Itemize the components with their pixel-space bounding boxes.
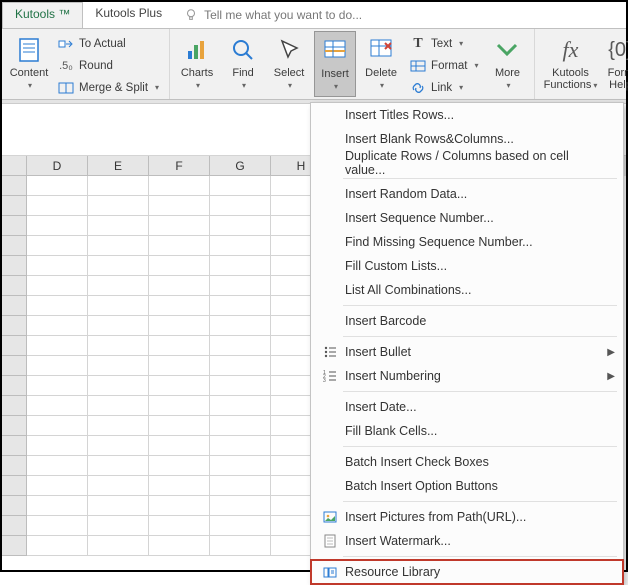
col-D[interactable]: D	[27, 156, 88, 176]
corner-select[interactable]	[2, 156, 27, 176]
menu-insert-pictures-from-path[interactable]: Insert Pictures from Path(URL)...	[311, 505, 623, 529]
to-actual-icon	[58, 36, 74, 52]
to-actual-button[interactable]: To Actual	[54, 33, 163, 54]
content-button[interactable]: Content▾	[8, 31, 50, 97]
menu-insert-date[interactable]: Insert Date...	[311, 395, 623, 419]
submenu-arrow-icon: ▶	[607, 371, 615, 382]
more-icon	[494, 37, 520, 63]
link-icon	[410, 80, 426, 96]
content-icon	[18, 37, 40, 63]
group-range: Content▾ To Actual .5₀ Round Merge & Spl…	[2, 29, 170, 99]
tab-kutools-plus[interactable]: Kutools Plus	[83, 2, 174, 28]
menu-batch-insert-option-buttons[interactable]: Batch Insert Option Buttons	[311, 474, 623, 498]
picture-icon	[319, 510, 341, 524]
group-formula: fx KutoolsFunctions▾ {0} FormHelp	[535, 29, 628, 99]
more-button[interactable]: More▾	[486, 31, 528, 97]
tab-bar: Kutools ™ Kutools Plus Tell me what you …	[2, 2, 626, 28]
menu-insert-barcode[interactable]: Insert Barcode	[311, 309, 623, 333]
menu-fill-blank-cells[interactable]: Fill Blank Cells...	[311, 419, 623, 443]
find-button[interactable]: Find▾	[222, 31, 264, 97]
submenu-arrow-icon: ▶	[607, 347, 615, 358]
insert-icon	[322, 38, 348, 64]
find-icon	[230, 37, 256, 63]
round-icon: .5₀	[58, 58, 74, 74]
menu-insert-bullet[interactable]: Insert Bullet▶	[311, 340, 623, 364]
format-icon	[410, 58, 426, 74]
menu-insert-numbering[interactable]: 123 Insert Numbering▶	[311, 364, 623, 388]
menu-list-all-combinations[interactable]: List All Combinations...	[311, 278, 623, 302]
bulb-icon	[184, 8, 198, 22]
insert-button[interactable]: Insert▾	[314, 31, 356, 97]
select-icon	[276, 37, 302, 63]
col-F[interactable]: F	[149, 156, 210, 176]
merge-icon	[58, 80, 74, 96]
text-icon: T	[410, 36, 426, 52]
charts-icon	[184, 37, 210, 63]
menu-duplicate-rows-cols[interactable]: Duplicate Rows / Columns based on cell v…	[311, 151, 623, 175]
menu-insert-blank-rows-cols[interactable]: Insert Blank Rows&Columns...	[311, 127, 623, 151]
insert-dropdown-menu: Insert Titles Rows... Insert Blank Rows&…	[310, 102, 624, 585]
menu-separator	[343, 305, 617, 306]
menu-separator	[343, 446, 617, 447]
charts-button[interactable]: Charts▾	[176, 31, 218, 97]
menu-separator	[343, 391, 617, 392]
merge-split-button[interactable]: Merge & Split▾	[54, 77, 163, 98]
format-button[interactable]: Format▾	[406, 55, 482, 76]
braces-icon: {0}	[608, 33, 628, 67]
menu-separator	[343, 556, 617, 557]
menu-find-missing-sequence[interactable]: Find Missing Sequence Number...	[311, 230, 623, 254]
numbered-list-icon: 123	[319, 369, 341, 383]
menu-insert-watermark[interactable]: Insert Watermark...	[311, 529, 623, 553]
bullet-list-icon	[319, 345, 341, 359]
menu-insert-sequence-number[interactable]: Insert Sequence Number...	[311, 206, 623, 230]
fx-icon: fx	[563, 37, 579, 63]
round-button[interactable]: .5₀ Round	[54, 55, 163, 76]
select-button[interactable]: Select▾	[268, 31, 310, 97]
menu-resource-library[interactable]: Resource Library	[311, 560, 623, 584]
menu-insert-titles-rows[interactable]: Insert Titles Rows...	[311, 103, 623, 127]
formula-helper-button[interactable]: {0} FormHelp	[603, 31, 628, 97]
menu-separator	[343, 178, 617, 179]
library-icon	[319, 565, 341, 579]
menu-separator	[343, 336, 617, 337]
link-button[interactable]: Link▾	[406, 77, 482, 98]
menu-fill-custom-lists[interactable]: Fill Custom Lists...	[311, 254, 623, 278]
menu-batch-insert-checkboxes[interactable]: Batch Insert Check Boxes	[311, 450, 623, 474]
svg-text:3: 3	[323, 378, 326, 383]
functions-button[interactable]: fx KutoolsFunctions▾	[541, 31, 599, 97]
tell-me-text: Tell me what you want to do...	[204, 8, 362, 22]
delete-icon	[368, 37, 394, 63]
col-G[interactable]: G	[210, 156, 271, 176]
menu-insert-random-data[interactable]: Insert Random Data...	[311, 182, 623, 206]
tell-me-box[interactable]: Tell me what you want to do...	[174, 2, 362, 28]
col-E[interactable]: E	[88, 156, 149, 176]
watermark-doc-icon	[319, 534, 341, 548]
delete-button[interactable]: Delete▾	[360, 31, 402, 97]
tab-kutools[interactable]: Kutools ™	[2, 2, 83, 28]
group-editing: Charts▾ Find▾ Select▾ Insert▾ Delete▾ T …	[170, 29, 535, 99]
menu-separator	[343, 501, 617, 502]
text-button[interactable]: T Text▾	[406, 33, 482, 54]
ribbon: Content▾ To Actual .5₀ Round Merge & Spl…	[2, 28, 626, 100]
